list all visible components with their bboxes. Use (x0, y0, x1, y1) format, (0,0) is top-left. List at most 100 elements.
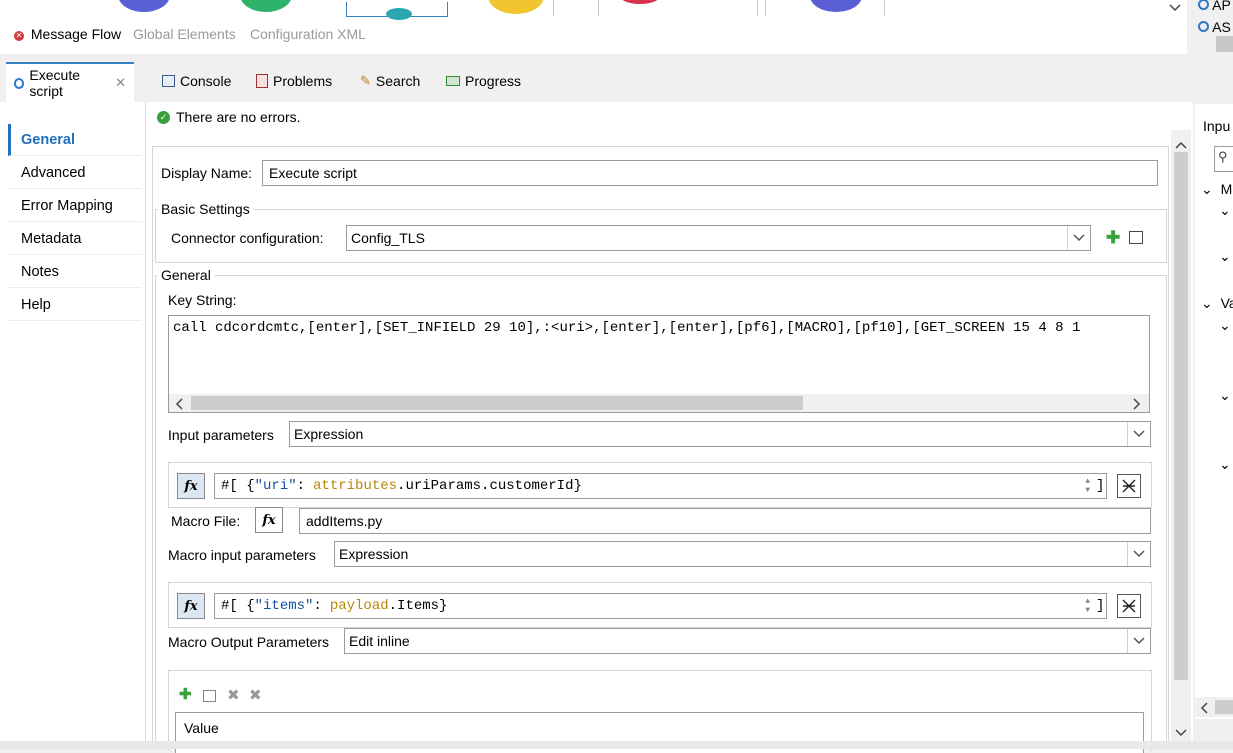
expr2-prefix: #[ { (221, 598, 255, 614)
add-row-icon[interactable]: ✚ (179, 687, 192, 702)
fx-toggle-icon[interactable]: fx (177, 593, 205, 619)
flow-node-icon[interactable] (386, 8, 412, 20)
canvas-scroll-down-icon[interactable] (1166, 0, 1184, 16)
nav-item-notes[interactable]: Notes (8, 256, 142, 288)
chevron-down-icon[interactable]: ⌄ (1201, 181, 1213, 198)
flow-node-icon[interactable] (240, 0, 292, 12)
tree-node[interactable]: ⌄ M (1201, 181, 1232, 198)
fx-toggle-icon[interactable]: fx (255, 507, 283, 533)
edit-row-icon[interactable] (203, 690, 216, 702)
scroll-thumb[interactable] (1215, 700, 1233, 714)
chevron-down-icon[interactable]: ⌄ (1219, 202, 1231, 219)
scroll-left-icon[interactable] (1200, 701, 1208, 717)
macro-expression-field[interactable]: #[ { "items" : payload .Items} ▲ ▼ (214, 593, 1107, 619)
scroll-thumb[interactable] (191, 396, 803, 410)
status-bar (0, 741, 1233, 749)
outline-item-label: AS (1212, 19, 1231, 35)
tab-configuration-xml[interactable]: Configuration XML (250, 26, 366, 42)
close-icon[interactable]: ✕ (115, 75, 126, 91)
scroll-up-icon[interactable] (1175, 136, 1187, 152)
tab-global-elements[interactable]: Global Elements (133, 26, 236, 42)
general-title: General (158, 267, 214, 283)
outline-item[interactable]: AS (1198, 19, 1231, 35)
problems-icon (256, 74, 268, 88)
tab-execute-script[interactable]: Execute script ✕ (6, 62, 134, 102)
chevron-down-icon[interactable]: ⌄ (1219, 387, 1231, 404)
tab-console-label: Console (180, 73, 232, 89)
flow-node-icon[interactable] (118, 0, 170, 12)
delete-row-icon[interactable]: ✖ (227, 686, 240, 704)
right-panel-hscroll[interactable] (1195, 697, 1233, 717)
panel-title: Inpu (1203, 118, 1231, 134)
table-header-value: Value (184, 720, 219, 736)
nav-item-advanced[interactable]: Advanced (8, 157, 142, 189)
connector-select[interactable]: Config_TLS (346, 225, 1091, 251)
expr1-prefix: #[ { (221, 478, 255, 494)
divider (598, 0, 599, 16)
status-text: There are no errors. (176, 109, 301, 125)
scroll-thumb[interactable] (1174, 152, 1188, 680)
macro-file-label: Macro File: (171, 513, 241, 529)
basic-settings-title: Basic Settings (158, 201, 253, 217)
macro-file-field[interactable]: addItems.py (299, 508, 1151, 534)
progress-icon (446, 76, 460, 86)
tab-progress[interactable]: Progress (446, 73, 521, 89)
outline-item[interactable]: AP (1198, 0, 1231, 13)
tree-node[interactable]: ⌄ Va (1201, 295, 1233, 312)
datasense-icon[interactable] (1117, 474, 1141, 498)
input-expression-field[interactable]: #[ { "uri" : attributes .uriParams.custo… (214, 473, 1107, 499)
chevron-down-icon[interactable] (1067, 226, 1090, 250)
expr1-colon: : (296, 478, 306, 494)
tab-search[interactable]: ✎ Search (360, 73, 420, 89)
delete-all-icon[interactable]: ✖ (249, 686, 262, 704)
input-params-select[interactable]: Expression (289, 421, 1151, 447)
macro-input-select[interactable]: Expression (334, 541, 1151, 567)
nav-item-help[interactable]: Help (8, 289, 142, 321)
scroll-right-icon[interactable] (1133, 397, 1141, 412)
flow-node-icon[interactable] (488, 0, 544, 14)
spinner-icon[interactable]: ▲ ▼ (1085, 597, 1090, 615)
tab-problems[interactable]: Problems (256, 73, 332, 89)
tab-message-flow[interactable]: ✕ Message Flow (14, 26, 121, 42)
display-name-field[interactable]: Execute script (262, 160, 1158, 186)
chevron-down-icon[interactable] (1127, 542, 1150, 566)
chevron-down-icon[interactable]: ⌄ (1201, 295, 1213, 312)
fx-toggle-icon[interactable]: fx (177, 473, 205, 499)
flow-node-icon[interactable] (810, 0, 862, 12)
tab-execute-script-label: Execute script (29, 67, 81, 99)
nav-item-error-mapping[interactable]: Error Mapping (8, 190, 142, 222)
search-icon: ✎ (360, 73, 371, 88)
chevron-down-icon[interactable]: ⌄ (1219, 456, 1231, 473)
macro-output-select[interactable]: Edit inline (344, 628, 1151, 654)
tree-node-label: M (1220, 181, 1233, 197)
scroll-left-icon[interactable] (175, 397, 183, 412)
flow-node-icon[interactable] (620, 0, 660, 4)
nav-item-general[interactable]: General (8, 124, 142, 156)
horizontal-scrollbar[interactable] (169, 394, 1149, 412)
nav-item-metadata[interactable]: Metadata (8, 223, 142, 255)
tab-search-label: Search (375, 73, 421, 89)
console-icon (162, 75, 175, 87)
vertical-scrollbar[interactable] (1171, 130, 1191, 741)
error-icon: ✕ (14, 31, 24, 41)
key-string-value: call cdcordcmtc,[enter],[SET_INFIELD 29 … (173, 320, 1081, 336)
chevron-down-icon[interactable]: ⌄ (1219, 317, 1231, 334)
outline-scrollbar[interactable] (1216, 36, 1233, 52)
tab-progress-label: Progress (465, 73, 522, 89)
input-params-label: Input parameters (168, 427, 274, 443)
api-icon (1198, 0, 1209, 10)
edit-icon[interactable] (1129, 231, 1143, 244)
datasense-icon[interactable] (1117, 594, 1141, 618)
chevron-down-icon[interactable] (1127, 629, 1150, 653)
check-icon: ✓ (157, 110, 170, 124)
macro-output-label: Macro Output Parameters (168, 634, 330, 650)
tab-console[interactable]: Console (162, 73, 231, 89)
chevron-down-icon[interactable] (1127, 422, 1150, 446)
scroll-down-icon[interactable] (1175, 724, 1187, 740)
key-string-editor[interactable]: call cdcordcmtc,[enter],[SET_INFIELD 29 … (168, 315, 1150, 413)
spinner-icon[interactable]: ▲ ▼ (1085, 477, 1090, 495)
mule-component-icon (14, 77, 25, 89)
add-icon[interactable]: ✚ (1106, 229, 1120, 246)
chevron-down-icon[interactable]: ⌄ (1219, 248, 1231, 265)
panel-search-field[interactable]: ⚲ (1214, 146, 1233, 172)
